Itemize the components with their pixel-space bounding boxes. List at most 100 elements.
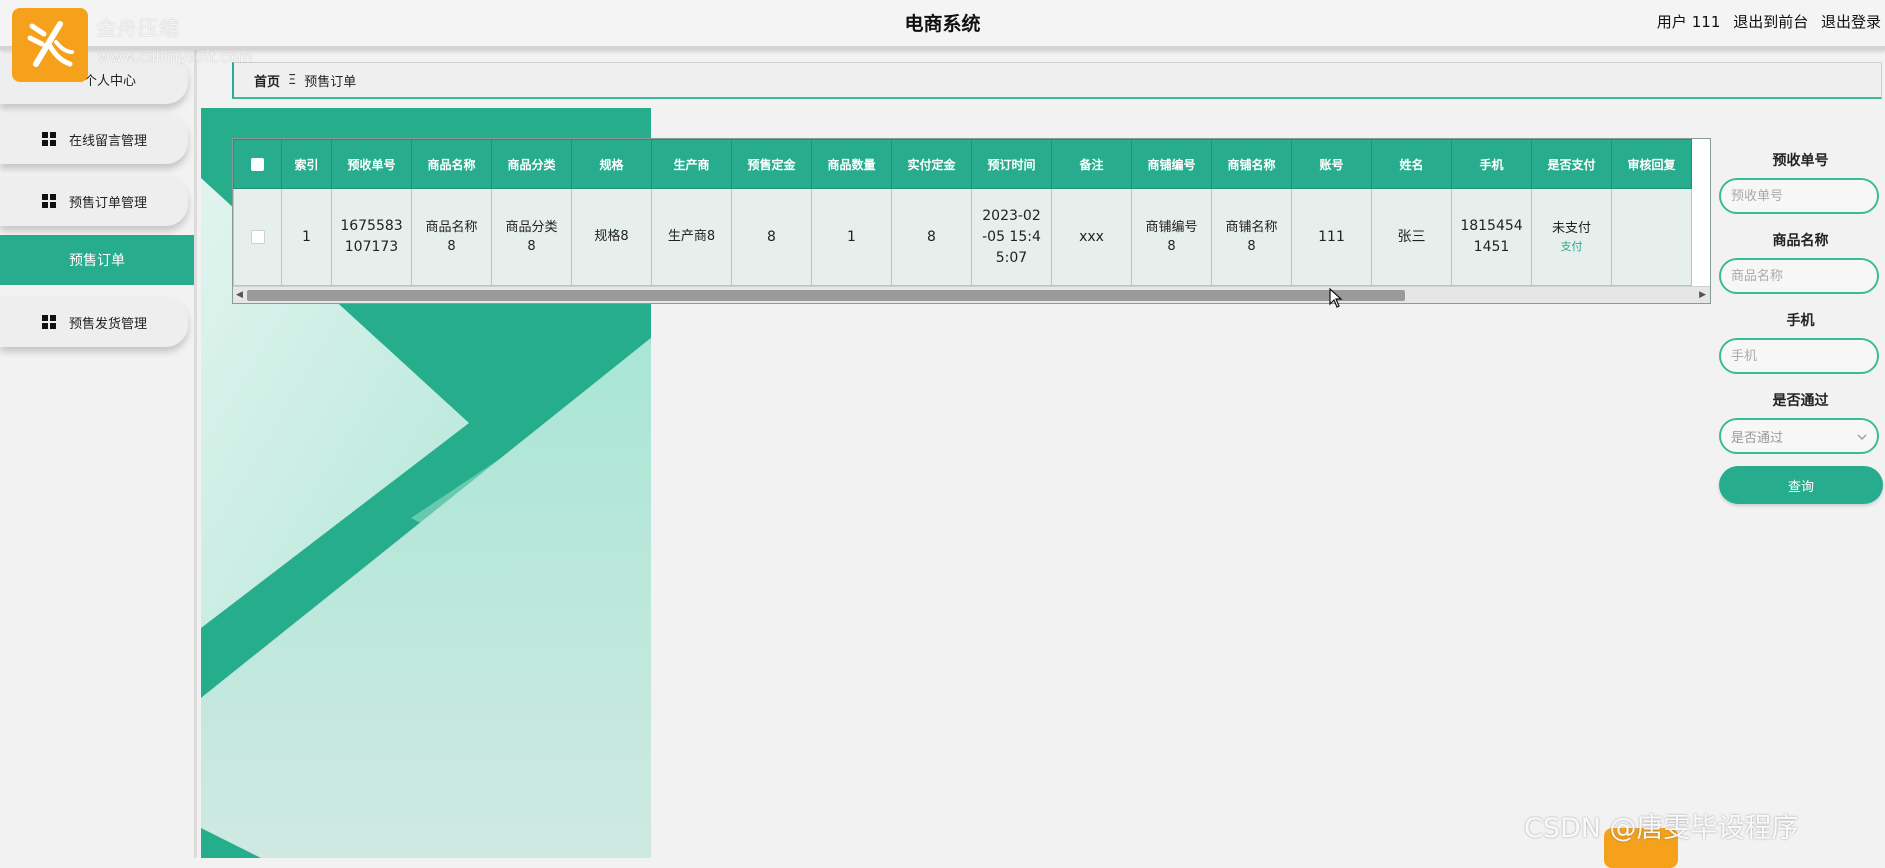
product-name-label: 商品名称: [1772, 233, 1829, 249]
cell-phone: 1815454 1451: [1451, 188, 1532, 286]
grid-icon: [42, 315, 56, 329]
column-header: 生产商: [651, 139, 732, 189]
sidebar-item-label: 预售订单管理: [69, 195, 148, 211]
app-logo: [12, 8, 88, 82]
select-all-checkbox-cell: [233, 139, 282, 189]
cell-text: 8: [1247, 239, 1256, 254]
logout-link[interactable]: 退出登录: [1821, 13, 1881, 31]
scroll-right-icon[interactable]: ▶: [1699, 290, 1706, 300]
breadcrumb-current: 预售订单: [304, 74, 357, 90]
cell-text: 5:07: [995, 249, 1028, 266]
column-header: 商品分类: [491, 139, 572, 189]
sidebar-item-presale-order-management[interactable]: 预售订单管理: [0, 176, 188, 226]
order-no-label: 预收单号: [1772, 153, 1829, 169]
table-row: 1 1675583 107173 商品名称 8 商品分类 8 规格8 生产商8 8 1…: [233, 188, 1692, 286]
cell-text: 商品分类: [505, 219, 558, 235]
paid-status-text: 未支付: [1551, 221, 1591, 236]
column-header: 商铺编号: [1131, 139, 1212, 189]
cell-quantity: 1: [811, 188, 892, 286]
csdn-watermark: CSDN @唐雯毕设程序: [1524, 813, 1799, 844]
username: 111: [1691, 13, 1721, 31]
column-header: 手机: [1451, 139, 1532, 189]
sidebar-item-label: 预售发货管理: [69, 316, 148, 332]
grid-icon: [42, 132, 56, 146]
scrollbar-thumb[interactable]: [247, 290, 1405, 301]
cell-paid-deposit: 8: [891, 188, 972, 286]
column-header: 预售定金: [731, 139, 812, 189]
search-button[interactable]: 查询: [1719, 466, 1883, 504]
column-header: 预订时间: [971, 139, 1052, 189]
cell-text: 1451: [1473, 239, 1510, 255]
cell-text: 商品名称: [425, 219, 478, 235]
sidebar-item-message-management[interactable]: 在线留言管理: [0, 114, 188, 164]
approved-select-placeholder: 是否通过: [1731, 430, 1784, 446]
column-header: 备注: [1051, 139, 1132, 189]
user-menu: 用户 111 退出到前台 退出登录: [1657, 11, 1881, 32]
grid-icon: [42, 194, 56, 208]
order-no-input[interactable]: [1719, 178, 1879, 214]
orders-table: 索引 预收单号 商品名称 商品分类 规格 生产商 预售定金 商品数量 实付定金 …: [233, 139, 1692, 286]
column-header: 是否支付: [1531, 139, 1612, 189]
cell-product-name: 商品名称 8: [411, 188, 492, 286]
cell-order-time: 2023-02 -05 15:4 5:07: [971, 188, 1052, 286]
breadcrumb-home[interactable]: 首页: [254, 71, 280, 90]
cell-paid-status: 未支付 支付: [1531, 188, 1612, 286]
cell-account: 111: [1291, 188, 1372, 286]
cell-text: 商铺编号: [1145, 219, 1198, 235]
sidebar-item-label: 个人中心: [84, 73, 137, 89]
sidebar-item-presale-shipping-management[interactable]: 预售发货管理: [0, 297, 188, 347]
column-header: 规格: [571, 139, 652, 189]
row-checkbox[interactable]: [250, 229, 265, 244]
column-header: 姓名: [1371, 139, 1452, 189]
chevron-down-icon: [1857, 429, 1867, 444]
mouse-cursor-icon: [1329, 288, 1343, 308]
back-to-frontend-link[interactable]: 退出到前台: [1733, 13, 1808, 31]
cell-deposit: 8: [731, 188, 812, 286]
cell-remark: xxx: [1051, 188, 1132, 286]
sidebar-item-label: 在线留言管理: [69, 133, 148, 149]
column-header: 实付定金: [891, 139, 972, 189]
orders-table-container: 索引 预收单号 商品名称 商品分类 规格 生产商 预售定金 商品数量 实付定金 …: [232, 138, 1711, 304]
cell-text: 107173: [344, 239, 399, 255]
cell-text: 8: [447, 239, 456, 254]
cell-text: -05 15:4: [982, 228, 1041, 245]
table-header-row: 索引 预收单号 商品名称 商品分类 规格 生产商 预售定金 商品数量 实付定金 …: [233, 139, 1692, 189]
cell-text: 1815454: [1460, 218, 1523, 234]
cell-manufacturer: 生产商8: [651, 188, 732, 286]
horizontal-scrollbar[interactable]: ◀ ▶: [233, 286, 1710, 303]
sidebar-item-presale-order[interactable]: 预售订单: [0, 235, 194, 285]
cell-text: 1675583: [340, 218, 403, 234]
column-header: 商铺名称: [1211, 139, 1292, 189]
row-checkbox-cell: [233, 188, 282, 286]
approved-label: 是否通过: [1772, 393, 1829, 409]
column-header: 审核回复: [1611, 139, 1692, 189]
cell-text: 商铺名称: [1225, 219, 1278, 235]
breadcrumb-separator-icon: Ξ: [288, 72, 297, 88]
approved-select[interactable]: 是否通过: [1719, 418, 1879, 454]
phone-input[interactable]: [1719, 338, 1879, 374]
cell-spec: 规格8: [571, 188, 652, 286]
cell-text: 2023-02: [982, 207, 1041, 224]
top-header: 电商系统 用户 111 退出到前台 退出登录: [0, 0, 1885, 50]
select-all-checkbox[interactable]: [251, 158, 264, 171]
scroll-left-icon[interactable]: ◀: [236, 290, 243, 300]
sidebar: 首页 个人中心 在线留言管理 预售订单管理 预售订单 预售发货管理: [0, 0, 197, 858]
column-header: 账号: [1291, 139, 1372, 189]
column-header: 商品名称: [411, 139, 492, 189]
column-header: 索引: [281, 139, 332, 189]
cell-text: 8: [527, 239, 536, 254]
column-header: 商品数量: [811, 139, 892, 189]
breadcrumb: 首页 Ξ 预售订单: [232, 62, 1882, 99]
watermark-brand: 金舟压缩: [96, 16, 180, 40]
cell-text: 8: [1167, 239, 1176, 254]
cell-category: 商品分类 8: [491, 188, 572, 286]
user-label: 用户: [1656, 13, 1687, 31]
cell-name: 张三: [1371, 188, 1452, 286]
pay-link[interactable]: 支付: [1534, 239, 1609, 256]
phone-label: 手机: [1786, 313, 1815, 329]
product-name-input[interactable]: [1719, 258, 1879, 294]
logo-icon: [27, 21, 74, 67]
cell-shop-name: 商铺名称 8: [1211, 188, 1292, 286]
page-title: 电商系统: [904, 13, 981, 35]
cell-review-reply: [1611, 188, 1692, 286]
